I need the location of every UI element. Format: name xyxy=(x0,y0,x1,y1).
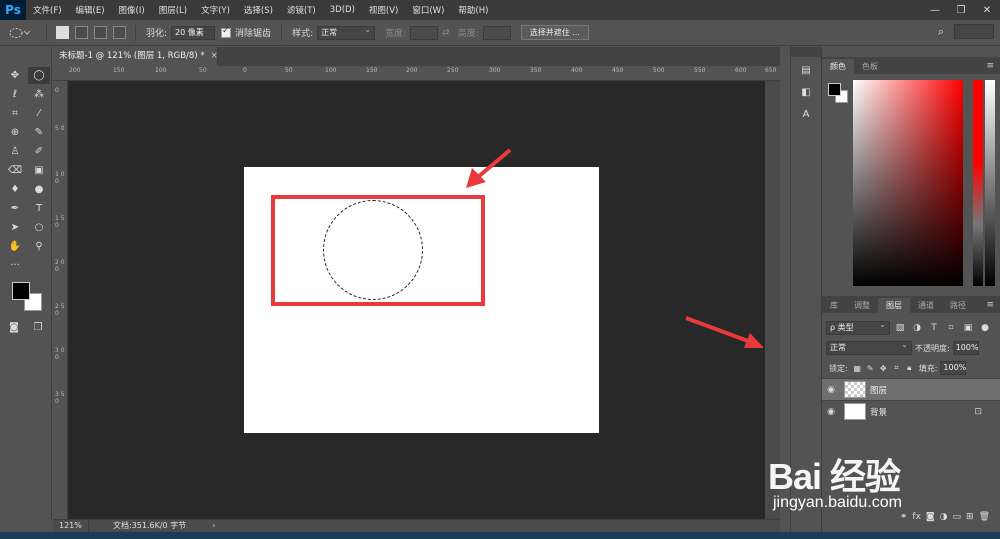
layers-panel-tabs: 库 调整 图层 通道 路径 ≡ xyxy=(822,296,1000,313)
blend-row: 正常 不透明度: 100% xyxy=(822,338,1000,358)
layer-filter-select[interactable]: ρ 类型 xyxy=(826,319,890,335)
lock-position-icon[interactable]: ✥ xyxy=(877,364,890,373)
visibility-eye-icon[interactable]: ◉ xyxy=(822,407,840,417)
image-filter-icon[interactable]: ▧ xyxy=(893,323,907,333)
watermark-logo: Bai 经验 xyxy=(768,456,901,497)
type-filter-icon[interactable]: T xyxy=(927,323,941,333)
layer-lock-icon: ⊡ xyxy=(974,406,982,417)
hue-slider[interactable] xyxy=(973,80,983,286)
color-spectrum[interactable] xyxy=(853,80,963,286)
fill-label: 填充: xyxy=(918,363,938,373)
properties-panel-icon[interactable]: ◧ xyxy=(795,83,817,101)
shape-filter-icon[interactable]: ⌗ xyxy=(944,323,958,333)
layer-thumbnail xyxy=(844,381,866,398)
layer-name: 图层 xyxy=(870,385,888,396)
layer-row[interactable]: ◉ 图层 xyxy=(822,378,1000,400)
color-panel-foreground-swatch[interactable] xyxy=(828,83,841,96)
panel-menu-icon[interactable]: ≡ xyxy=(986,298,1000,313)
status-bar: 121% 文档:351.6K/0 字节 › xyxy=(53,519,780,532)
lock-pixels-icon[interactable]: ✎ xyxy=(864,364,877,373)
layer-thumbnail xyxy=(844,403,866,420)
tab-channels[interactable]: 通道 xyxy=(910,298,942,313)
lock-transparency-icon[interactable]: ▦ xyxy=(851,364,864,373)
history-panel-icon[interactable]: ▤ xyxy=(795,61,817,79)
lock-all-icon[interactable]: 🔒︎ xyxy=(903,363,916,373)
strip-header xyxy=(791,47,821,57)
layer-name: 背景 xyxy=(870,407,888,418)
opacity-input[interactable]: 100% xyxy=(952,341,979,355)
watermark-url: jingyan.baidu.com xyxy=(773,494,902,511)
smart-object-filter-icon[interactable]: ▣ xyxy=(961,323,975,333)
status-menu-arrow[interactable]: › xyxy=(212,520,215,532)
lock-label: 锁定: xyxy=(829,363,848,373)
document-size: 文档:351.6K/0 字节 xyxy=(113,521,187,530)
tab-layers[interactable]: 图层 xyxy=(878,298,910,313)
tab-libraries[interactable]: 库 xyxy=(822,298,846,313)
tab-paths[interactable]: 路径 xyxy=(942,298,974,313)
paragraph-panel-icon[interactable]: A xyxy=(795,105,817,123)
adjustment-filter-icon[interactable]: ◑ xyxy=(910,323,924,333)
layer-row[interactable]: ◉ 背景 ⊡ xyxy=(822,400,1000,422)
blend-mode-select[interactable]: 正常 xyxy=(826,339,912,355)
tab-color[interactable]: 颜色 xyxy=(822,59,854,74)
filter-toggle-icon[interactable]: ● xyxy=(978,323,992,333)
taskbar xyxy=(0,532,1000,539)
photoshop-window: Ps 文件(F) 编辑(E) 图像(I) 图层(L) 文字(Y) 选择(S) 滤… xyxy=(0,0,1000,539)
baidu-watermark: Bai 经验 jingyan.baidu.com xyxy=(768,448,1000,518)
color-panel: 颜色 色板 ≡ xyxy=(822,57,1000,292)
visibility-eye-icon[interactable]: ◉ xyxy=(822,385,840,395)
fill-input[interactable]: 100% xyxy=(940,361,967,375)
zoom-level[interactable]: 121% xyxy=(53,520,89,532)
opacity-label: 不透明度: xyxy=(915,343,950,353)
color-panel-tabs: 颜色 色板 ≡ xyxy=(822,57,1000,74)
layer-filter-row: ρ 类型 ▧ ◑ T ⌗ ▣ ● xyxy=(822,318,1000,338)
tab-swatches[interactable]: 色板 xyxy=(854,59,886,74)
tab-adjustments[interactable]: 调整 xyxy=(846,298,878,313)
lock-row: 锁定: ▦ ✎ ✥ ⌗ 🔒︎ 填充: 100% xyxy=(822,358,1000,378)
arrow-icon xyxy=(685,316,764,348)
lock-artboard-icon[interactable]: ⌗ xyxy=(890,363,903,373)
grayscale-bar[interactable] xyxy=(985,80,995,286)
panel-menu-icon[interactable]: ≡ xyxy=(986,59,1000,74)
arrow-icon xyxy=(466,148,512,188)
